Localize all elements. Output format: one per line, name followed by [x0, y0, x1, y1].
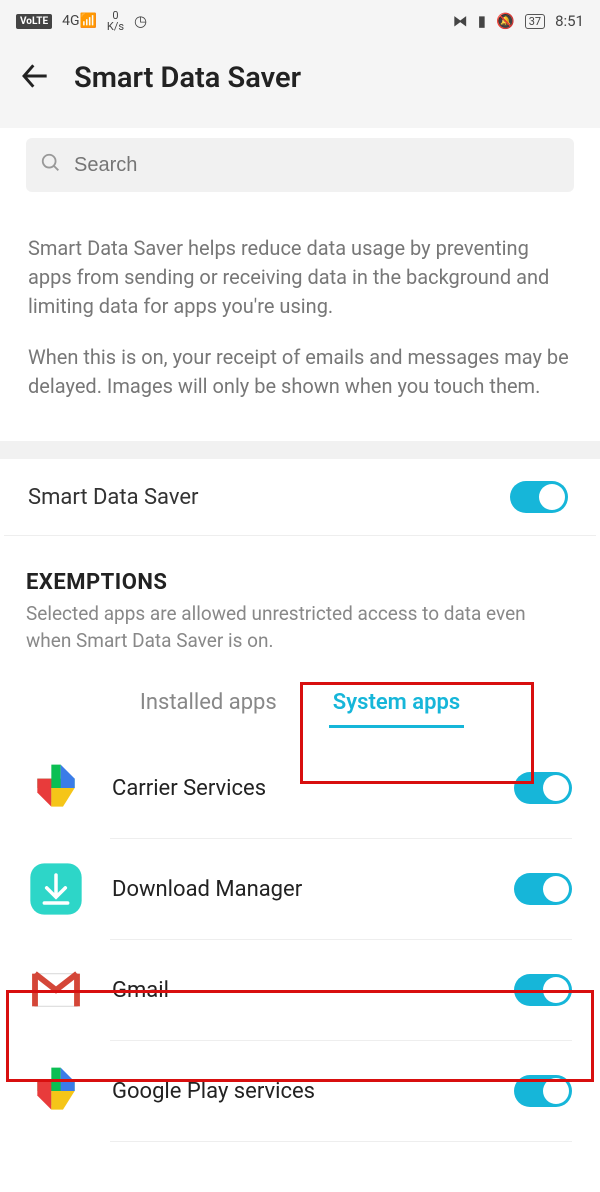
status-bar: VoLTE 4G📶 0K/s ◷ ⧓ ▮ 🔕 37 8:51 [0, 0, 600, 42]
search-icon [40, 152, 62, 178]
search-wrap [0, 128, 600, 202]
clock-time: 8:51 [555, 12, 584, 30]
tab-installed-apps[interactable]: Installed apps [136, 682, 281, 728]
battery-level: 37 [525, 14, 545, 29]
data-speed: 0K/s [107, 10, 124, 32]
search-box[interactable] [26, 138, 574, 192]
volte-badge: VoLTE [16, 14, 52, 29]
app-list: Carrier Services Download Manager Gmail … [0, 728, 600, 1142]
download-manager-switch[interactable] [514, 873, 572, 905]
list-item: Gmail [0, 940, 600, 1040]
search-input[interactable] [74, 154, 560, 177]
description-p1: Smart Data Saver helps reduce data usage… [28, 234, 572, 321]
app-name: Gmail [112, 978, 486, 1003]
gmail-switch[interactable] [514, 974, 572, 1006]
carrier-services-icon [28, 760, 84, 816]
page-header: Smart Data Saver [0, 42, 600, 128]
back-arrow-icon[interactable] [20, 60, 52, 96]
mute-icon: 🔕 [496, 12, 515, 30]
download-manager-icon [28, 861, 84, 917]
network-type: 4G📶 [62, 13, 97, 29]
carrier-services-switch[interactable] [514, 772, 572, 804]
battery-icon: ▮ [478, 12, 486, 30]
smart-data-saver-switch[interactable] [510, 481, 568, 513]
app-name: Download Manager [112, 877, 486, 902]
section-gap [0, 441, 600, 459]
exemptions-tabs: Installed apps System apps [0, 672, 600, 728]
description-p2: When this is on, your receipt of emails … [28, 343, 572, 401]
description-block: Smart Data Saver helps reduce data usage… [0, 202, 600, 441]
status-right: ⧓ ▮ 🔕 37 8:51 [453, 12, 584, 30]
tab-system-apps[interactable]: System apps [329, 682, 464, 728]
exemptions-title: EXEMPTIONS [0, 536, 600, 601]
clock-icon: ◷ [134, 12, 147, 30]
status-left: VoLTE 4G📶 0K/s ◷ [16, 10, 147, 32]
smart-data-saver-label: Smart Data Saver [28, 485, 199, 510]
smart-data-saver-toggle-row: Smart Data Saver [4, 459, 596, 536]
exemptions-subtitle: Selected apps are allowed unrestricted a… [0, 601, 600, 672]
list-item: Carrier Services [0, 738, 600, 838]
google-play-services-icon [28, 1063, 84, 1119]
app-name: Google Play services [112, 1079, 486, 1104]
google-play-services-switch[interactable] [514, 1075, 572, 1107]
gmail-icon [28, 962, 84, 1018]
list-item: Google Play services [0, 1041, 600, 1141]
app-name: Carrier Services [112, 776, 486, 801]
bluetooth-icon: ⧓ [453, 12, 468, 30]
list-item: Download Manager [0, 839, 600, 939]
page-title: Smart Data Saver [74, 61, 301, 95]
